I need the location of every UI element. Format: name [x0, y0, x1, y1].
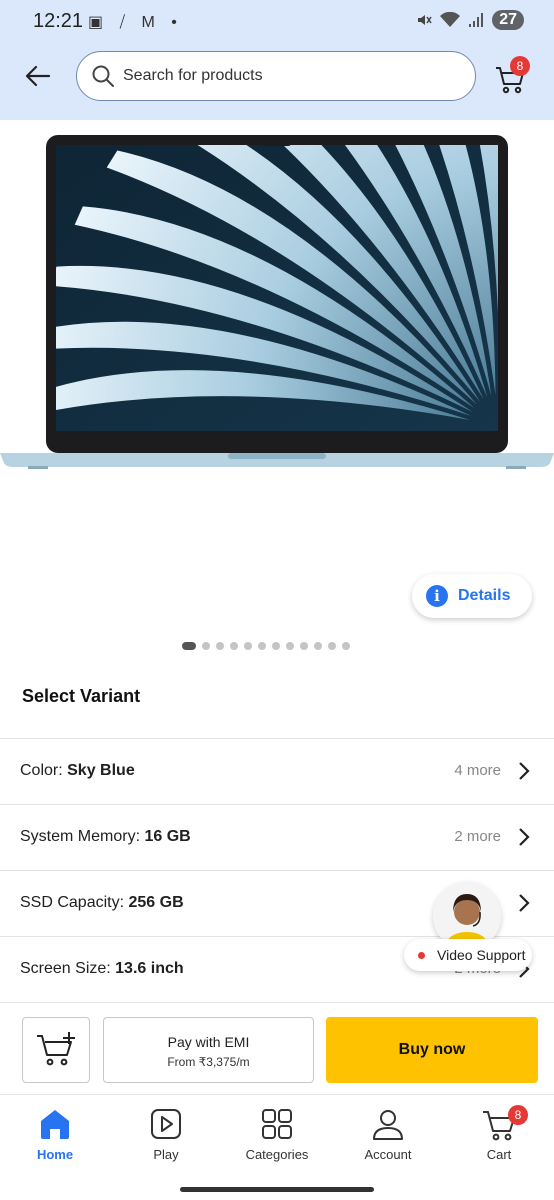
home-icon: [41, 1110, 69, 1139]
notification-icons: ▣ ⧸ M •: [88, 14, 183, 31]
variant-section-title: Select Variant: [22, 686, 141, 706]
video-support-label: Video Support: [437, 947, 526, 963]
nav-label: Home: [36, 1147, 74, 1162]
nav-label: Categories: [245, 1147, 309, 1162]
play-icon: [151, 1109, 181, 1139]
carousel-dot[interactable]: [202, 642, 210, 650]
live-indicator-dot: [418, 951, 425, 959]
carousel-dot[interactable]: [216, 642, 224, 650]
search-icon: [92, 65, 114, 87]
details-label: Details: [458, 587, 511, 604]
status-right: 27: [416, 10, 524, 30]
carousel-dot[interactable]: [328, 642, 336, 650]
status-time: 12:21: [33, 10, 84, 32]
status-bar: 12:21 ▣ ⧸ M • 27: [0, 0, 554, 42]
back-arrow-icon[interactable]: [24, 62, 52, 90]
nav-cart[interactable]: 8 Cart: [444, 1105, 554, 1162]
emi-subtitle: From ₹3,375/m: [167, 1055, 250, 1069]
variant-label: SSD Capacity: 256 GB: [20, 894, 184, 911]
carousel-dot[interactable]: [300, 642, 308, 650]
carousel-dot[interactable]: [182, 642, 196, 650]
system-home-indicator[interactable]: [180, 1187, 374, 1192]
add-to-cart-icon: [37, 1032, 75, 1066]
carousel-dot[interactable]: [230, 642, 238, 650]
nav-account[interactable]: Account: [333, 1107, 443, 1162]
carousel-dot[interactable]: [244, 642, 252, 650]
nav-label: Play: [153, 1147, 179, 1162]
buy-now-button[interactable]: Buy now: [326, 1017, 538, 1083]
categories-icon: [262, 1109, 292, 1139]
nav-categories[interactable]: Categories: [222, 1107, 332, 1162]
cart-count-badge: 8: [510, 56, 530, 76]
purchase-action-bar: Pay with EMI From ₹3,375/m Buy now: [0, 1002, 554, 1095]
variant-more-count: 2 more: [454, 828, 501, 845]
nav-home[interactable]: Home: [0, 1107, 110, 1162]
nav-play[interactable]: Play: [111, 1107, 221, 1162]
emi-title: Pay with EMI: [167, 1034, 250, 1050]
variant-row-system-memory[interactable]: System Memory: 16 GB 2 more: [0, 804, 554, 870]
signal-icon: [469, 13, 484, 27]
variant-label: System Memory: 16 GB: [20, 828, 191, 845]
details-button[interactable]: i Details: [412, 574, 532, 618]
battery-indicator: 27: [492, 10, 524, 30]
nav-label: Account: [364, 1147, 412, 1162]
search-placeholder: Search for products: [123, 67, 263, 84]
cart-count-badge: 8: [508, 1105, 528, 1125]
video-support-button[interactable]: Video Support: [404, 939, 532, 971]
variant-label: Color: Sky Blue: [20, 762, 135, 779]
bottom-navigation: Home Play Categories Account 8 Cart: [0, 1094, 554, 1183]
wifi-icon: [440, 12, 461, 27]
search-input[interactable]: Search for products: [76, 51, 476, 101]
pay-with-emi-button[interactable]: Pay with EMI From ₹3,375/m: [103, 1017, 314, 1083]
image-carousel-dots[interactable]: [182, 642, 350, 650]
product-image[interactable]: [0, 125, 554, 475]
carousel-dot[interactable]: [286, 642, 294, 650]
header-cart-button[interactable]: 8: [494, 56, 530, 94]
add-to-cart-button[interactable]: [22, 1017, 90, 1083]
nav-label: Cart: [486, 1147, 512, 1162]
variant-more-count: 4 more: [454, 762, 501, 779]
chevron-right-icon: [519, 894, 530, 912]
carousel-dot[interactable]: [258, 642, 266, 650]
carousel-dot[interactable]: [272, 642, 280, 650]
info-icon: i: [426, 585, 448, 607]
variant-row-color[interactable]: Color: Sky Blue 4 more: [0, 738, 554, 804]
mute-icon: [418, 15, 432, 25]
laptop-illustration: [0, 135, 554, 469]
account-icon: [373, 1110, 403, 1140]
chevron-right-icon: [519, 828, 530, 846]
carousel-dot[interactable]: [314, 642, 322, 650]
variant-label: Screen Size: 13.6 inch: [20, 960, 184, 977]
app-header: Search for products 8: [0, 42, 554, 120]
carousel-dot[interactable]: [342, 642, 350, 650]
chevron-right-icon: [519, 762, 530, 780]
